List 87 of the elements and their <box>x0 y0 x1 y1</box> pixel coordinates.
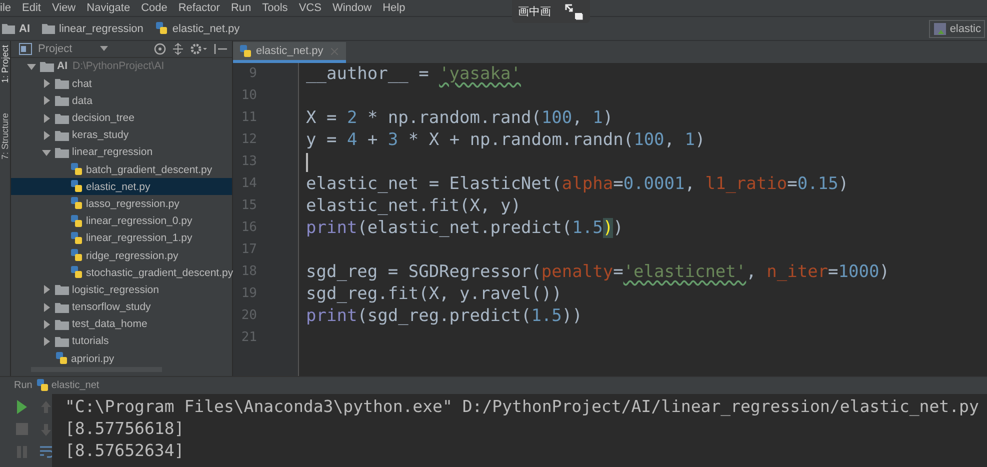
picture-in-picture-button[interactable]: 画中画 <box>518 4 551 19</box>
code-line: sgd_reg = SGDRegressor(penalty='elasticnet', n_iter=1000) <box>306 262 890 282</box>
menu-item[interactable]: Code <box>141 2 168 14</box>
python-file-icon <box>70 163 83 176</box>
folder-icon <box>55 78 69 90</box>
folder-icon <box>42 23 55 34</box>
tree-item[interactable]: test_data_home <box>11 316 232 333</box>
menu-item[interactable]: ile <box>0 2 12 14</box>
tree-item[interactable]: stochastic_gradient_descent.py <box>11 264 232 282</box>
tool-window-tab[interactable]: 7: Structure <box>0 113 10 160</box>
menu-item[interactable]: Navigate <box>86 2 130 14</box>
exit-fullscreen-icon[interactable] <box>565 4 583 20</box>
run-icon[interactable] <box>16 400 28 414</box>
console-output-line: [8.57756618] <box>65 418 186 440</box>
code-line: X = 2 * np.random.rand(100, 1) <box>306 108 614 128</box>
menu-item[interactable]: Run <box>230 2 252 14</box>
menu-item[interactable]: Help <box>382 2 406 14</box>
console-output-line: [8.57652634] <box>65 440 186 462</box>
panel-selector[interactable]: Project <box>19 42 108 55</box>
python-file-icon <box>70 249 83 262</box>
code-line: __author__ = 'yasaka' <box>306 64 521 84</box>
folder-icon <box>55 112 69 124</box>
folder-icon <box>40 60 54 72</box>
python-file-icon <box>70 180 83 194</box>
project-icon <box>19 42 32 55</box>
tree-item[interactable]: elastic_net.py <box>11 178 232 196</box>
python-file-icon <box>70 197 83 210</box>
menu-item[interactable]: VCS <box>298 2 322 14</box>
tree-item[interactable]: tensorflow_study <box>11 298 232 316</box>
python-file-icon <box>239 44 252 58</box>
tree-item[interactable]: linear_regression <box>11 144 232 161</box>
tree-item[interactable]: linear_regression_1.py <box>11 230 232 247</box>
menu-item[interactable]: Edit <box>22 2 41 14</box>
tree-item[interactable]: AI D:\PythonProject\AI <box>11 58 232 76</box>
locate-icon[interactable] <box>154 42 166 55</box>
code-line: print(sgd_reg.predict(1.5)) <box>306 306 582 326</box>
python-file-icon <box>70 232 83 245</box>
python-file-icon <box>155 22 168 35</box>
tree-item[interactable]: tutorials <box>11 332 232 350</box>
breadcrumb[interactable]: AI <box>2 22 30 34</box>
folder-icon <box>55 146 69 158</box>
breadcrumb[interactable]: linear_regression <box>42 22 144 34</box>
expanded-arrow-icon[interactable] <box>27 62 36 71</box>
soft-wrap-icon[interactable] <box>40 446 54 458</box>
menu-item[interactable]: Tools <box>262 2 288 14</box>
tree-item[interactable]: chat <box>11 75 232 92</box>
tree-item[interactable]: decision_tree <box>11 109 232 127</box>
tree-item[interactable]: logistic_regression <box>11 281 232 298</box>
menu-item[interactable]: View <box>52 2 76 14</box>
run-config-dropdown[interactable]: elastic <box>928 20 985 38</box>
folder-icon <box>55 284 69 296</box>
folder-icon <box>2 23 15 34</box>
code-line: print(elastic_net.predict(1.5)) <box>306 218 624 238</box>
menu-item[interactable]: Refactor <box>178 2 220 14</box>
code-line: elastic_net = ElasticNet(alpha=0.0001, l1_ratio=0.15) <box>306 174 849 194</box>
run-tab[interactable]: elastic_net <box>36 379 100 392</box>
folder-icon <box>55 302 69 313</box>
code-line: elastic_net.fit(X, y) <box>306 196 521 216</box>
config-icon <box>932 22 947 36</box>
tree-item[interactable]: lasso_regression.py <box>11 195 232 213</box>
python-file-icon <box>70 266 83 280</box>
folder-icon <box>55 130 69 141</box>
tree-item[interactable]: ridge_regression.py <box>11 246 232 264</box>
breadcrumb[interactable]: elastic_net.py <box>155 22 240 35</box>
dropdown-caret-icon <box>100 46 108 52</box>
tree-item[interactable]: keras_study <box>11 126 232 144</box>
console-output-line: "C:\Program Files\Anaconda3\python.exe" D:/PythonProject/AI/linear_regression/elastic_net.py <box>65 396 980 418</box>
menu-item[interactable]: Window <box>332 2 372 14</box>
folder-icon <box>55 336 69 347</box>
panel-title: Run <box>14 380 32 391</box>
folder-icon <box>55 318 69 330</box>
python-file-icon <box>36 379 50 392</box>
code-line: y = 4 + 3 * X + np.random.randn(100, 1) <box>306 130 706 150</box>
tree-item[interactable]: data <box>11 92 232 110</box>
tree-item[interactable]: apriori.py <box>11 350 232 368</box>
tree-item[interactable]: linear_regression_0.py <box>11 212 232 230</box>
expanded-arrow-icon[interactable] <box>42 148 51 157</box>
hide-panel-icon[interactable] <box>214 42 228 55</box>
editor-tab[interactable]: elastic_net.py <box>233 42 346 63</box>
python-file-icon <box>55 352 68 366</box>
settings-icon[interactable] <box>190 42 208 55</box>
folder-icon <box>55 95 69 106</box>
collapse-icon[interactable] <box>172 42 184 55</box>
tree-item[interactable]: batch_gradient_descent.py <box>11 160 232 178</box>
code-line: sgd_reg.fit(X, y.ravel()) <box>306 284 562 304</box>
tool-window-tab[interactable]: 1: Project <box>0 45 10 84</box>
python-file-icon <box>70 214 83 228</box>
